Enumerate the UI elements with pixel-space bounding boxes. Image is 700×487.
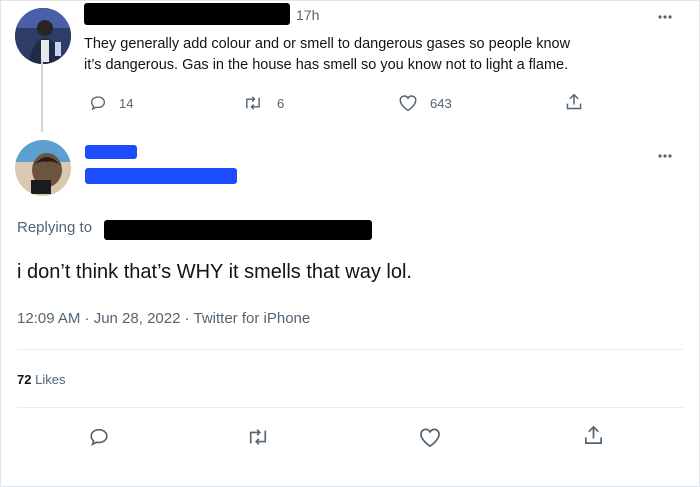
parent-tweet-text-line-2: it’s dangerous. Gas in the house has sme… bbox=[84, 57, 569, 73]
heart-icon[interactable] bbox=[418, 427, 442, 448]
retweet-icon[interactable] bbox=[246, 427, 270, 447]
reply-icon[interactable] bbox=[88, 426, 110, 448]
thread-line bbox=[41, 60, 43, 132]
tweet-timestamp[interactable]: 12:09 AM · Jun 28, 2022 · Twitter for iP… bbox=[17, 310, 310, 327]
reply-icon[interactable] bbox=[89, 94, 107, 112]
like-count: 643 bbox=[430, 96, 452, 111]
likes-summary[interactable]: 72 Likes bbox=[17, 372, 65, 387]
parent-time: 17h bbox=[296, 7, 320, 23]
retweet-count: 6 bbox=[277, 96, 285, 111]
more-icon[interactable] bbox=[657, 14, 673, 20]
likes-number: 72 bbox=[17, 372, 32, 387]
reply-author-avatar[interactable] bbox=[15, 140, 71, 196]
likes-label: Likes bbox=[35, 372, 66, 387]
reply-count: 14 bbox=[119, 96, 134, 111]
share-icon[interactable] bbox=[565, 92, 583, 112]
heart-icon[interactable] bbox=[398, 94, 418, 112]
redacted-handle bbox=[85, 168, 237, 184]
parent-avatar[interactable] bbox=[15, 8, 71, 64]
retweet-icon[interactable] bbox=[243, 94, 263, 112]
more-icon[interactable] bbox=[657, 153, 673, 159]
divider bbox=[17, 407, 683, 408]
divider bbox=[17, 349, 683, 350]
redacted-username bbox=[84, 3, 290, 25]
redacted-replying-to-handle bbox=[104, 220, 372, 240]
redacted-display-name bbox=[85, 145, 137, 159]
main-tweet-text: i don’t think that’s WHY it smells that … bbox=[17, 261, 412, 283]
parent-tweet-text-line-1: They generally add colour and or smell t… bbox=[84, 36, 571, 52]
share-icon[interactable] bbox=[583, 424, 604, 447]
replying-to-label: Replying to bbox=[17, 219, 93, 236]
